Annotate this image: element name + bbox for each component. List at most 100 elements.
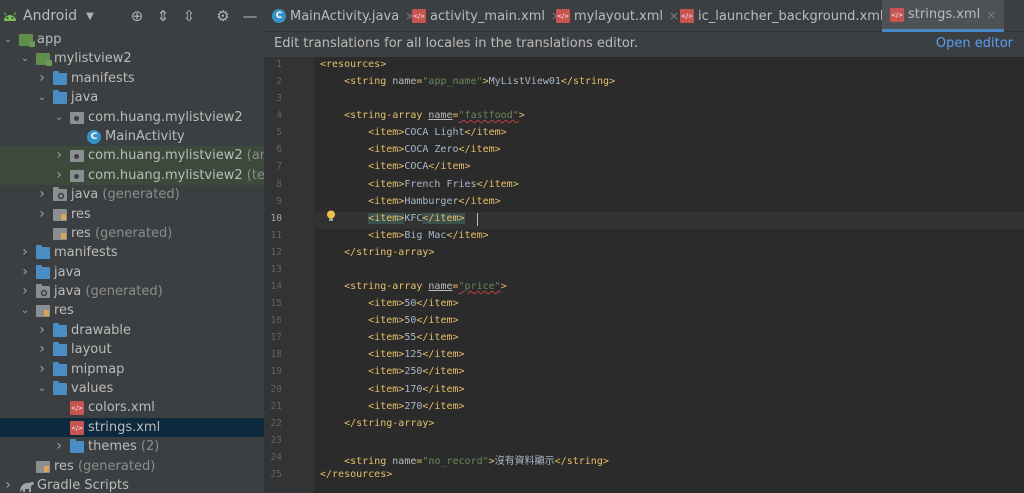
tree-item[interactable]: › drawable xyxy=(0,321,264,340)
tree-item[interactable]: › com.huang.mylistview2 (test) xyxy=(0,165,264,186)
tree-item[interactable]: › java (generated) xyxy=(0,282,264,301)
tree-item[interactable]: › themes (2) xyxy=(0,437,264,456)
project-view-dropdown[interactable]: Android ▼ xyxy=(2,6,94,26)
gear-icon[interactable]: ⚙ xyxy=(213,6,233,26)
chevron-right-icon[interactable]: › xyxy=(36,205,48,224)
code-line[interactable]: <item>170</item> xyxy=(320,384,464,395)
code-line[interactable]: <item>COCA Zero</item> xyxy=(320,144,500,155)
gradle-icon xyxy=(19,480,35,493)
code-line[interactable]: </string-array> xyxy=(320,418,434,429)
tree-item[interactable]: ⌄ app xyxy=(0,30,264,49)
code-line[interactable]: <resources> xyxy=(320,59,386,70)
code-line[interactable]: <string-array name="fastfood"> xyxy=(320,110,525,121)
tree-item[interactable]: res (generated) xyxy=(0,457,264,476)
tree-item[interactable]: › mipmap xyxy=(0,360,264,379)
collapse-all-icon[interactable]: ⇳ xyxy=(179,6,199,26)
line-number: 22 xyxy=(270,417,282,429)
tree-item[interactable]: › java (generated) xyxy=(0,185,264,204)
code-line[interactable]: <item>KFC</item> xyxy=(320,212,465,224)
code-line[interactable]: <item>50</item> xyxy=(320,298,458,309)
tree-item-label: mylistview2 xyxy=(54,51,132,67)
package-icon xyxy=(70,111,84,124)
code-line[interactable]: <item>55</item> xyxy=(320,332,458,343)
tree-item[interactable]: › layout xyxy=(0,340,264,359)
tree-item[interactable]: ⌄ res xyxy=(0,301,264,320)
close-icon[interactable]: × xyxy=(986,8,996,22)
code-line[interactable]: </resources> xyxy=(320,469,392,480)
line-number: 1 xyxy=(276,59,282,70)
chevron-right-icon[interactable]: › xyxy=(19,243,31,262)
tree-item[interactable]: C MainActivity xyxy=(0,127,264,146)
tab-mainactivity[interactable]: C MainActivity.java × xyxy=(272,0,415,32)
open-editor-link[interactable]: Open editor xyxy=(936,36,1013,51)
tab-label: activity_main.xml xyxy=(430,8,546,24)
close-icon[interactable]: × xyxy=(669,9,679,23)
chevron-right-icon[interactable]: › xyxy=(36,360,48,379)
chevron-down-icon[interactable]: ⌄ xyxy=(19,301,31,320)
line-number: 14 xyxy=(270,281,282,293)
tree-item[interactable]: </> strings.xml xyxy=(0,417,264,438)
code-editor[interactable]: 1 2 3 4 5 6 7 8 9 10 11 12 13 14 15 16 17 18 19 20 21 22 23 24 2… xyxy=(264,57,1024,493)
code-line[interactable]: <string-array name="price"> xyxy=(320,281,507,292)
module-folder-icon xyxy=(19,34,35,47)
tree-item[interactable]: ⌄ com.huang.mylistview2 xyxy=(0,108,264,127)
code-line[interactable]: </string-array> xyxy=(320,247,434,258)
code-line[interactable]: <item>125</item> xyxy=(320,349,464,360)
tree-item[interactable]: › res xyxy=(0,205,264,224)
xml-file-icon: </> xyxy=(556,9,570,23)
tree-item[interactable]: </> colors.xml xyxy=(0,398,264,417)
xml-file-icon: </> xyxy=(890,7,904,22)
chevron-right-icon[interactable]: › xyxy=(36,340,48,359)
locate-target-icon[interactable]: ⊕ xyxy=(127,6,147,26)
xml-file-icon: </> xyxy=(412,9,426,23)
tab-strings[interactable]: </> strings.xml × xyxy=(882,0,1005,32)
line-number: 6 xyxy=(276,144,282,156)
chevron-down-icon[interactable]: ⌄ xyxy=(36,88,48,107)
chevron-right-icon[interactable]: › xyxy=(53,166,65,185)
tree-item[interactable]: ⌄ values xyxy=(0,379,264,398)
hide-panel-icon[interactable]: — xyxy=(240,6,260,26)
line-number: 9 xyxy=(276,195,282,207)
code-line[interactable]: <item>Hamburger</item> xyxy=(320,196,500,207)
chevron-right-icon[interactable]: › xyxy=(53,437,65,456)
line-number: 5 xyxy=(276,127,282,139)
chevron-right-icon[interactable]: › xyxy=(36,185,48,204)
line-number: 8 xyxy=(276,178,282,190)
code-line[interactable]: <item>Big Mac</item> xyxy=(320,230,488,241)
chevron-right-icon[interactable]: › xyxy=(2,476,14,493)
tree-item[interactable]: ⌄ mylistview2 xyxy=(0,49,264,68)
lightbulb-icon[interactable] xyxy=(326,210,336,222)
tree-item-label: res xyxy=(54,303,74,319)
code-line[interactable]: <item>270</item> xyxy=(320,401,464,412)
chevron-down-icon[interactable]: ⌄ xyxy=(19,49,31,68)
tree-item[interactable]: res (generated) xyxy=(0,224,264,243)
chevron-right-icon[interactable]: › xyxy=(19,282,31,301)
expand-all-icon[interactable]: ⇕ xyxy=(153,6,173,26)
tree-item[interactable]: › manifests xyxy=(0,69,264,88)
tree-item[interactable]: › com.huang.mylistview2 (andro xyxy=(0,146,264,166)
tab-activity-main[interactable]: </> activity_main.xml × xyxy=(412,0,561,32)
chevron-down-icon[interactable]: ⌄ xyxy=(2,30,14,49)
code-line[interactable]: <item>COCA</item> xyxy=(320,161,470,172)
code-line[interactable]: <string name="app_name">MyListView01</st… xyxy=(320,76,615,87)
chevron-down-icon[interactable]: ⌄ xyxy=(53,108,65,127)
tree-item[interactable]: ⌄ java xyxy=(0,88,264,107)
project-panel: Android ▼ ⊕ ⇕ ⇳ ⚙ — ⌄ app ⌄ mylistview2 › man… xyxy=(0,0,264,493)
chevron-right-icon[interactable]: › xyxy=(36,69,48,88)
chevron-down-icon[interactable]: ⌄ xyxy=(36,379,48,398)
tree-item[interactable]: › Gradle Scripts xyxy=(0,476,264,493)
code-line[interactable]: <item>COCA Light</item> xyxy=(320,127,507,138)
tree-item[interactable]: › java xyxy=(0,263,264,282)
folder-icon xyxy=(36,264,50,279)
tree-item[interactable]: › manifests xyxy=(0,243,264,262)
code-line[interactable]: <item>50</item> xyxy=(320,315,458,326)
tab-ic-launcher-background[interactable]: </> ic_launcher_background.xml × xyxy=(680,0,900,32)
tab-mylayout[interactable]: </> mylayout.xml × xyxy=(556,0,679,32)
code-line[interactable]: <item>French Fries</item> xyxy=(320,179,519,190)
code-line[interactable]: <string name="no_record">沒有資料顯示</string> xyxy=(320,452,609,467)
chevron-right-icon[interactable]: › xyxy=(36,321,48,340)
code-line[interactable]: <item>250</item> xyxy=(320,366,464,377)
chevron-right-icon[interactable]: › xyxy=(53,146,65,165)
chevron-right-icon[interactable]: › xyxy=(19,263,31,282)
project-view-label: Android xyxy=(23,8,78,24)
